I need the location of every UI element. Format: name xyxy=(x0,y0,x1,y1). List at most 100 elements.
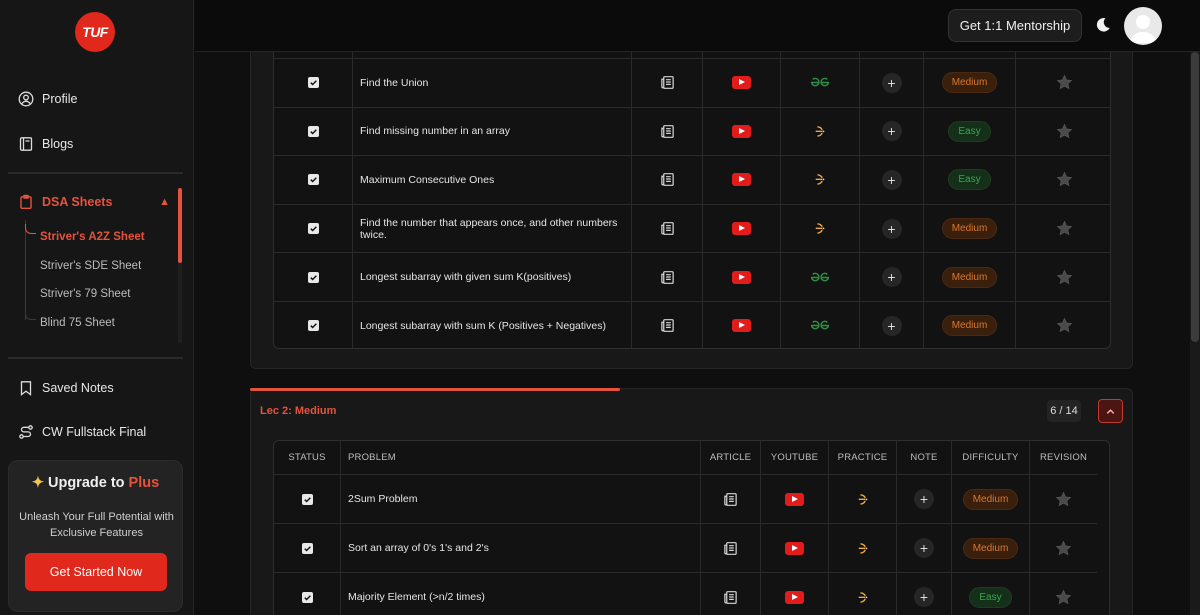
problem-name[interactable]: 2Sum Problem xyxy=(341,475,701,523)
star-icon[interactable] xyxy=(1056,220,1073,237)
difficulty-badge: Medium xyxy=(941,266,998,288)
problem-name[interactable]: Longest subarray with sum K (Positives +… xyxy=(353,302,632,348)
star-icon[interactable] xyxy=(1056,74,1073,91)
status-checkbox[interactable] xyxy=(301,493,313,505)
sidebar-item-saved-notes[interactable]: Saved Notes xyxy=(18,380,114,396)
practice-cell xyxy=(781,59,860,107)
star-icon[interactable] xyxy=(1055,491,1072,508)
problem-name[interactable]: Longest subarray with given sum K(positi… xyxy=(353,253,632,301)
status-checkbox[interactable] xyxy=(301,542,313,554)
add-note-button[interactable]: + xyxy=(881,121,902,142)
status-checkbox[interactable] xyxy=(307,174,319,186)
mentorship-button[interactable]: Get 1:1 Mentorship xyxy=(948,9,1082,42)
chevron-up-icon[interactable]: ▲ xyxy=(159,196,170,208)
column-header: ARTICLE xyxy=(701,441,761,474)
status-checkbox[interactable] xyxy=(301,591,313,603)
sidebar-item-dsa-sheets[interactable]: DSA Sheets ▲ xyxy=(18,194,170,210)
status-checkbox[interactable] xyxy=(307,77,319,89)
get-started-button[interactable]: Get Started Now xyxy=(25,553,167,591)
youtube-icon[interactable] xyxy=(732,270,751,284)
gfg-icon[interactable] xyxy=(810,320,830,331)
star-icon[interactable] xyxy=(1056,317,1073,334)
sidebar-subitem-a2z[interactable]: Striver's A2Z Sheet xyxy=(40,231,145,243)
collapse-button[interactable] xyxy=(1098,399,1123,423)
sidebar-item-label: Blogs xyxy=(42,137,74,151)
check-icon xyxy=(309,323,317,329)
sidebar-item-cw-fullstack[interactable]: CW Fullstack Final xyxy=(18,424,146,440)
codingninjas-icon[interactable] xyxy=(857,590,869,605)
add-note-button[interactable]: + xyxy=(914,587,934,607)
difficulty-badge: Medium xyxy=(941,315,998,337)
add-note-button[interactable]: + xyxy=(914,538,934,558)
sidebar-item-blogs[interactable]: Blogs xyxy=(18,136,73,152)
star-icon[interactable] xyxy=(1055,589,1072,606)
article-icon[interactable] xyxy=(660,318,675,333)
practice-cell xyxy=(829,475,897,523)
article-icon[interactable] xyxy=(723,541,738,556)
article-icon[interactable] xyxy=(723,492,738,507)
problem-name[interactable]: Sort an array of 0's 1's and 2's xyxy=(341,524,701,572)
add-note-button[interactable]: + xyxy=(881,218,902,239)
sidebar-item-profile[interactable]: Profile xyxy=(18,91,77,107)
problem-name[interactable]: Maximum Consecutive Ones xyxy=(353,156,632,204)
note-cell: + xyxy=(897,573,952,615)
star-icon[interactable] xyxy=(1056,269,1073,286)
star-icon[interactable] xyxy=(1056,171,1073,188)
article-icon[interactable] xyxy=(660,221,675,236)
tuf-logo[interactable]: TUF xyxy=(75,12,115,52)
moon-icon[interactable] xyxy=(1094,16,1112,34)
problem-name[interactable]: Majority Element (>n/2 times) xyxy=(341,573,701,615)
youtube-icon[interactable] xyxy=(732,319,751,333)
gfg-icon[interactable] xyxy=(810,272,830,283)
article-icon[interactable] xyxy=(660,172,675,187)
add-note-button[interactable]: + xyxy=(881,267,902,288)
star-icon[interactable] xyxy=(1055,540,1072,557)
codingninjas-icon[interactable] xyxy=(857,492,869,507)
sidebar-scroll-thumb[interactable] xyxy=(178,188,182,263)
revision-cell xyxy=(1016,253,1110,301)
lecture-title[interactable]: Lec 2: Medium xyxy=(260,405,336,417)
status-cell xyxy=(274,573,341,615)
sidebar-item-label: Profile xyxy=(42,92,78,106)
status-checkbox[interactable] xyxy=(307,223,319,235)
gfg-icon[interactable] xyxy=(810,77,830,88)
add-note-button[interactable]: + xyxy=(881,72,902,93)
add-note-button[interactable]: + xyxy=(881,315,902,336)
youtube-icon[interactable] xyxy=(732,173,751,187)
article-icon[interactable] xyxy=(660,270,675,285)
youtube-cell xyxy=(703,253,781,301)
problem-name[interactable]: Find the Union xyxy=(353,59,632,107)
page-scroll-thumb[interactable] xyxy=(1191,52,1199,342)
codingninjas-icon[interactable] xyxy=(814,221,826,236)
youtube-icon[interactable] xyxy=(785,590,804,604)
codingninjas-icon[interactable] xyxy=(857,541,869,556)
sidebar-subitem-blind75[interactable]: Blind 75 Sheet xyxy=(40,317,115,329)
user-avatar-icon xyxy=(1129,15,1157,43)
codingninjas-icon[interactable] xyxy=(814,172,826,187)
add-note-button[interactable]: + xyxy=(914,489,934,509)
status-checkbox[interactable] xyxy=(307,320,319,332)
youtube-cell xyxy=(703,204,781,253)
youtube-icon[interactable] xyxy=(732,222,751,236)
problem-name[interactable]: Find the number that appears once, and o… xyxy=(353,204,632,253)
star-icon[interactable] xyxy=(1056,123,1073,140)
codingninjas-icon[interactable] xyxy=(814,124,826,139)
difficulty-badge: Medium xyxy=(941,218,998,240)
practice-cell xyxy=(781,156,860,204)
article-icon[interactable] xyxy=(723,590,738,605)
status-checkbox[interactable] xyxy=(307,125,319,137)
status-checkbox[interactable] xyxy=(307,271,319,283)
problem-name[interactable]: Find missing number in an array xyxy=(353,107,632,156)
status-cell xyxy=(274,524,341,572)
sidebar-subitem-79[interactable]: Striver's 79 Sheet xyxy=(40,288,130,300)
youtube-icon[interactable] xyxy=(732,76,751,90)
avatar[interactable] xyxy=(1124,7,1162,45)
sidebar-subitem-sde[interactable]: Striver's SDE Sheet xyxy=(40,260,141,272)
article-icon[interactable] xyxy=(660,124,675,139)
practice-cell xyxy=(781,107,860,156)
add-note-button[interactable]: + xyxy=(881,169,902,190)
youtube-icon[interactable] xyxy=(785,541,804,555)
youtube-icon[interactable] xyxy=(732,124,751,138)
youtube-icon[interactable] xyxy=(785,492,804,506)
article-icon[interactable] xyxy=(660,75,675,90)
